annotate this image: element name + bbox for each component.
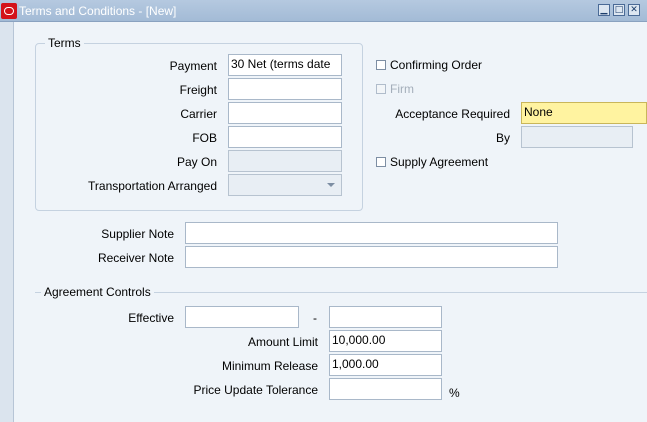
payment-field[interactable]: 30 Net (terms date [228, 54, 342, 76]
oracle-app-icon [1, 3, 17, 19]
pay-on-label: Pay On [176, 155, 217, 169]
chevron-down-icon [327, 183, 335, 187]
close-icon[interactable]: ✕ [628, 4, 640, 16]
firm-label: Firm [390, 82, 414, 96]
price-update-tolerance-label: Price Update Tolerance [193, 383, 318, 397]
receiver-note-field[interactable] [185, 246, 558, 268]
effective-to-field[interactable] [329, 306, 442, 328]
supplier-note-field[interactable] [185, 222, 558, 244]
firm-checkbox [376, 84, 386, 94]
fob-field[interactable] [228, 126, 342, 148]
freight-field[interactable] [228, 78, 342, 100]
percent-label: % [449, 386, 460, 400]
carrier-label: Carrier [180, 107, 217, 121]
pay-on-field [228, 150, 342, 172]
price-update-tolerance-field[interactable] [329, 378, 442, 400]
transportation-arranged-select[interactable] [228, 174, 342, 196]
effective-dash: - [313, 311, 317, 325]
minimum-release-field[interactable]: 1,000.00 [329, 354, 442, 376]
effective-from-field[interactable] [185, 306, 299, 328]
payment-label: Payment [169, 59, 217, 73]
fob-label: FOB [192, 131, 217, 145]
minimum-release-label: Minimum Release [221, 359, 318, 373]
terms-group-title: Terms [45, 36, 84, 50]
effective-label: Effective [128, 311, 174, 325]
amount-limit-field[interactable]: 10,000.00 [329, 330, 442, 352]
carrier-field[interactable] [228, 102, 342, 124]
minimize-icon[interactable]: ▁ [598, 4, 610, 16]
supplier-note-label: Supplier Note [101, 227, 174, 241]
agreement-controls-title: Agreement Controls [41, 285, 154, 299]
transportation-arranged-label: Transportation Arranged [88, 179, 217, 193]
confirming-order-label: Confirming Order [390, 58, 483, 72]
title-bar: Terms and Conditions - [New] ▁ □ ✕ [0, 0, 647, 22]
receiver-note-label: Receiver Note [97, 251, 174, 265]
by-label: By [495, 131, 510, 145]
confirming-order-checkbox[interactable] [376, 60, 386, 70]
supply-agreement-label: Supply Agreement [390, 155, 489, 169]
maximize-icon[interactable]: □ [613, 4, 625, 16]
left-frame-bar [0, 22, 14, 422]
acceptance-required-label: Acceptance Required [395, 107, 510, 121]
amount-limit-label: Amount Limit [247, 335, 318, 349]
by-field [521, 126, 633, 148]
window-title: Terms and Conditions - [New] [19, 4, 177, 18]
supply-agreement-checkbox[interactable] [376, 157, 386, 167]
acceptance-required-field[interactable]: None [521, 102, 647, 124]
freight-label: Freight [179, 83, 217, 97]
